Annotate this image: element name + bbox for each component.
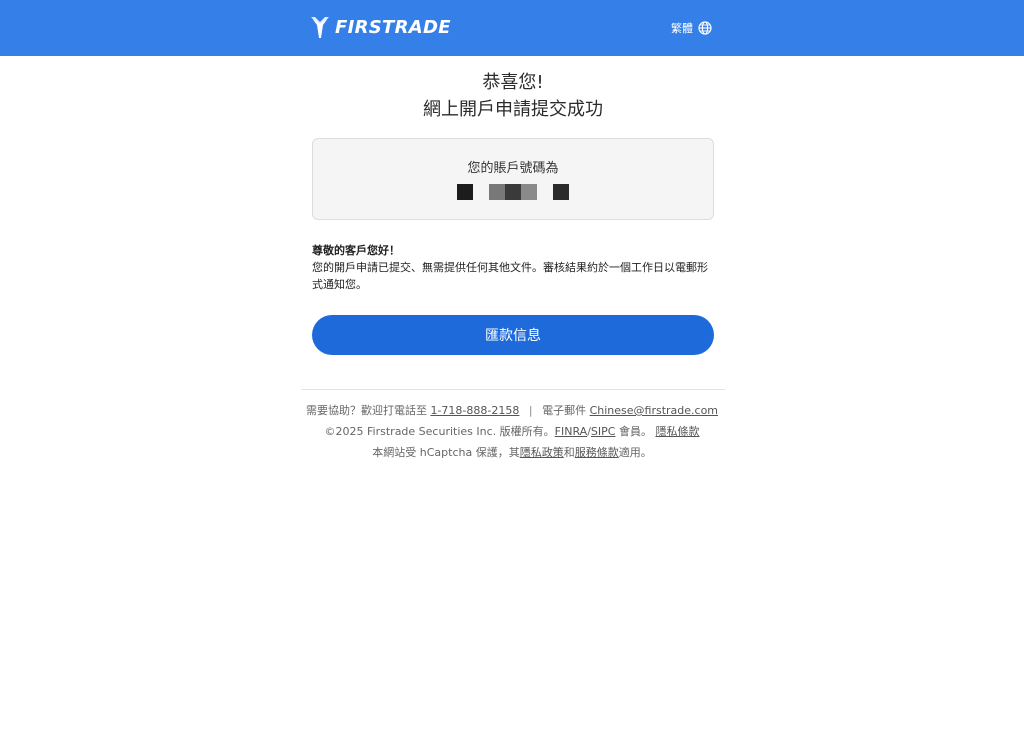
remittance-info-button[interactable]: 匯款信息 bbox=[312, 315, 714, 355]
privacy-terms-link[interactable]: 隱私條款 bbox=[655, 425, 699, 438]
language-label: 繁體 bbox=[671, 22, 693, 35]
footer: 需要協助？歡迎打電話至 1-718-888-2158 | 電子郵件 Chines… bbox=[0, 400, 1024, 463]
footer-hcaptcha-line: 本網站受 hCaptcha 保護，其隱私政策和服務條款適用。 bbox=[0, 442, 1024, 463]
redacted-block bbox=[505, 184, 521, 200]
greeting-title: 尊敬的客戶您好！ bbox=[312, 244, 400, 257]
footer-divider bbox=[301, 389, 725, 390]
account-number-label: 您的賬戶號碼為 bbox=[467, 161, 559, 176]
separator: | bbox=[528, 404, 533, 417]
language-switcher[interactable]: 繁體 bbox=[671, 20, 712, 36]
firstrade-logo[interactable]: FIRSTRADE bbox=[311, 16, 451, 38]
footer-copyright-line: ©2025 Firstrade Securities Inc. 版權所有。FIN… bbox=[0, 421, 1024, 442]
greeting-body: 您的開戶申請已提交、無需提供任何其他文件。審核結果約於一個工作日以電郵形式通知您… bbox=[312, 261, 708, 291]
sipc-link[interactable]: SIPC bbox=[591, 425, 616, 438]
redacted-block bbox=[521, 184, 537, 200]
globe-icon bbox=[698, 21, 712, 35]
redacted-block bbox=[489, 184, 505, 200]
terms-of-service-link[interactable]: 服務條款 bbox=[575, 446, 619, 459]
footer-contact-line: 需要協助？歡迎打電話至 1-718-888-2158 | 電子郵件 Chines… bbox=[0, 400, 1024, 421]
brand-name: FIRSTRADE bbox=[335, 16, 451, 38]
main-content: 恭喜您! 網上開戶申請提交成功 您的賬戶號碼為 尊敬的客戶您好！ 您的開戶申請已… bbox=[312, 69, 714, 355]
email-link[interactable]: Chinese@firstrade.com bbox=[590, 404, 718, 417]
account-number-redacted bbox=[313, 184, 713, 200]
help-prefix-text: 需要協助？歡迎打電話至 bbox=[305, 404, 427, 417]
privacy-policy-link[interactable]: 隱私政策 bbox=[520, 446, 564, 459]
account-number-card: 您的賬戶號碼為 bbox=[312, 138, 714, 220]
member-text: 會員。 bbox=[618, 425, 652, 438]
email-prefix-text: 電子郵件 bbox=[542, 404, 587, 417]
firstrade-logo-icon bbox=[311, 17, 329, 38]
redacted-block bbox=[553, 184, 569, 200]
top-header: FIRSTRADE 繁體 bbox=[0, 0, 1024, 56]
finra-link[interactable]: FINRA bbox=[555, 425, 588, 438]
page-title: 恭喜您! 網上開戶申請提交成功 bbox=[312, 69, 714, 123]
hcaptcha-prefix-text: 本網站受 hCaptcha 保護，其 bbox=[372, 446, 520, 459]
phone-link[interactable]: 1-718-888-2158 bbox=[430, 404, 519, 417]
hcaptcha-suffix-text: 適用。 bbox=[618, 446, 652, 459]
and-text: 和 bbox=[563, 446, 575, 459]
redacted-block bbox=[457, 184, 473, 200]
title-line-2: 網上開戶申請提交成功 bbox=[423, 99, 603, 120]
title-line-1: 恭喜您! bbox=[482, 72, 544, 93]
copyright-text: ©2025 Firstrade Securities Inc. 版權所有。 bbox=[324, 425, 555, 438]
greeting-message: 尊敬的客戶您好！ 您的開戶申請已提交、無需提供任何其他文件。審核結果約於一個工作… bbox=[312, 242, 714, 293]
